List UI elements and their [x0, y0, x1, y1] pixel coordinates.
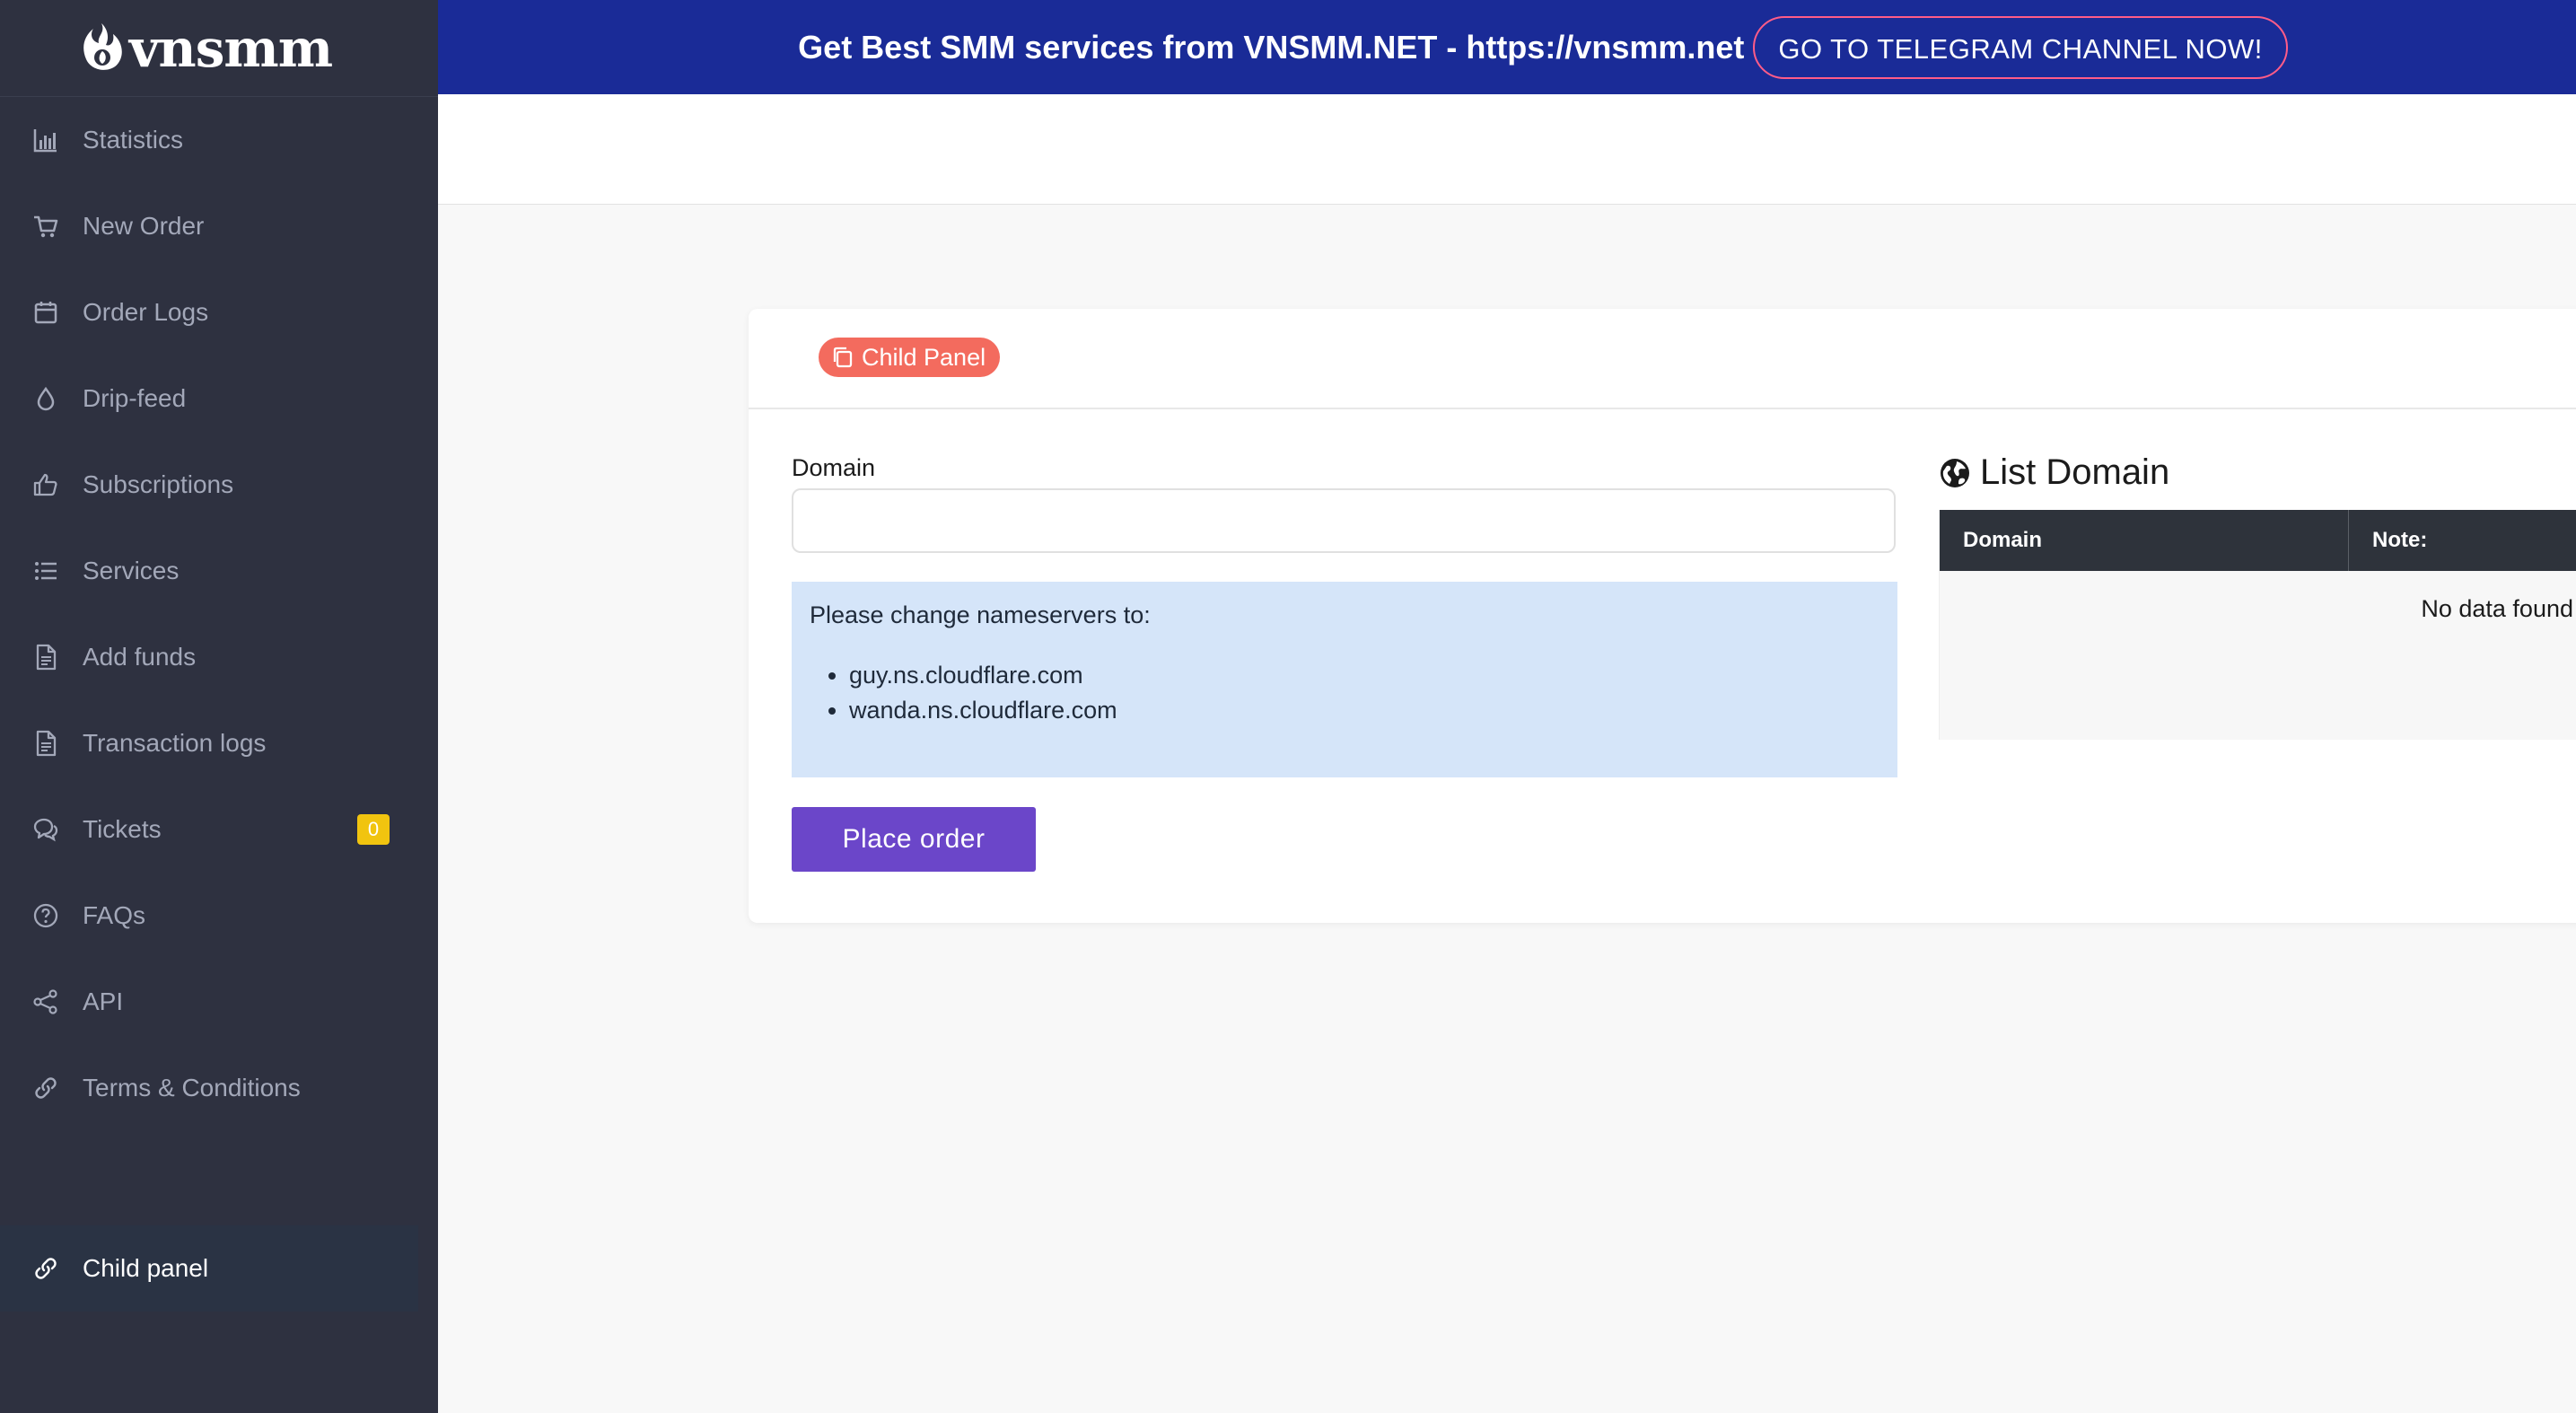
tab-label: Child Panel — [862, 343, 986, 371]
bar-chart-icon — [31, 125, 61, 155]
sidebar-item-label: Terms & Conditions — [83, 1074, 301, 1101]
link-icon — [31, 1253, 61, 1284]
droplet-icon — [31, 383, 61, 414]
telegram-channel-button[interactable]: GO TO TELEGRAM CHANNEL NOW! — [1753, 15, 2288, 79]
chat-icon — [31, 814, 61, 845]
sidebar-item-label: API — [83, 987, 124, 1015]
domain-label: Domain — [792, 454, 876, 481]
sidebar-item-child-panel[interactable]: Child panel — [0, 1225, 418, 1312]
document-icon — [31, 642, 61, 672]
sidebar-item-label: Order Logs — [83, 298, 209, 326]
sidebar-item-new-order[interactable]: New Order — [0, 183, 418, 269]
column-header-note: Note: — [2372, 528, 2428, 552]
child-panel-card: Child Panel Domain Please change nameser… — [749, 309, 2576, 923]
sidebar-item-label: Tickets — [83, 815, 162, 843]
sidebar: vnsmm Statistics New Order Order Logs Dr… — [0, 0, 438, 1413]
globe-icon — [1941, 458, 1969, 487]
nameserver-info-box: Please change nameservers to: guy.ns.clo… — [792, 582, 1897, 777]
table-header: Domain Note: — [1940, 510, 2576, 571]
sidebar-item-drip-feed[interactable]: Drip-feed — [0, 355, 418, 442]
column-header-domain: Domain — [1940, 510, 2349, 571]
flame-logo-icon — [83, 22, 122, 70]
sidebar-item-services[interactable]: Services — [0, 528, 418, 614]
nameserver-item: guy.ns.cloudflare.com — [849, 658, 1879, 693]
sidebar-item-label: Child panel — [83, 1254, 209, 1282]
sidebar-item-label: Services — [83, 557, 180, 584]
sidebar-item-label: FAQs — [83, 901, 146, 929]
tab-child-panel[interactable]: Child Panel — [819, 338, 1001, 377]
sidebar-item-transaction-logs[interactable]: Transaction logs — [0, 700, 418, 786]
sidebar-item-api[interactable]: API — [0, 959, 418, 1045]
calendar-icon — [31, 297, 61, 328]
brand-name: vnsmm — [128, 17, 333, 79]
cart-icon — [31, 211, 61, 241]
sidebar-item-statistics[interactable]: Statistics — [0, 97, 418, 183]
promo-banner: Get Best SMM services from VNSMM.NET - h… — [438, 0, 2576, 94]
thumbs-up-icon — [31, 470, 61, 500]
card-header: Child Panel — [749, 309, 2576, 409]
sidebar-item-order-logs[interactable]: Order Logs — [0, 269, 418, 355]
tickets-count-badge: 0 — [357, 814, 390, 845]
sidebar-item-faqs[interactable]: FAQs — [0, 873, 418, 959]
sidebar-item-label: Statistics — [83, 126, 184, 154]
sidebar-item-label: Drip-feed — [83, 384, 187, 412]
nameserver-intro: Please change nameservers to: — [810, 601, 1151, 628]
domain-input[interactable] — [792, 488, 1896, 553]
sidebar-item-label: Subscriptions — [83, 470, 234, 498]
copy-icon — [833, 347, 853, 368]
list-domain-heading: List Domain — [1939, 452, 2169, 493]
sidebar-item-label: New Order — [83, 212, 205, 240]
empty-state-text: No data found — [2421, 594, 2573, 622]
sidebar-item-terms[interactable]: Terms & Conditions — [0, 1045, 418, 1131]
question-circle-icon — [31, 900, 61, 931]
sidebar-item-add-funds[interactable]: Add funds — [0, 614, 418, 700]
sidebar-item-subscriptions[interactable]: Subscriptions — [0, 442, 418, 528]
list-icon — [31, 556, 61, 586]
list-domain-title: List Domain — [1980, 452, 2170, 492]
sidebar-item-label: Add funds — [83, 643, 197, 671]
brand-logo[interactable]: vnsmm — [0, 0, 438, 97]
sidebar-item-label: Transaction logs — [83, 729, 267, 757]
place-order-button[interactable]: Place order — [792, 807, 1036, 872]
banner-text: Get Best SMM services from VNSMM.NET - h… — [798, 28, 1745, 66]
share-icon — [31, 987, 61, 1017]
nameserver-item: wanda.ns.cloudflare.com — [849, 693, 1879, 728]
page-header — [438, 94, 2576, 205]
domain-table: Domain Note: No data found — [1939, 510, 2576, 740]
document-icon — [31, 728, 61, 759]
link-icon — [31, 1073, 61, 1103]
sidebar-item-tickets[interactable]: Tickets 0 — [0, 786, 418, 873]
nameserver-list: guy.ns.cloudflare.com wanda.ns.cloudflar… — [810, 658, 1879, 728]
